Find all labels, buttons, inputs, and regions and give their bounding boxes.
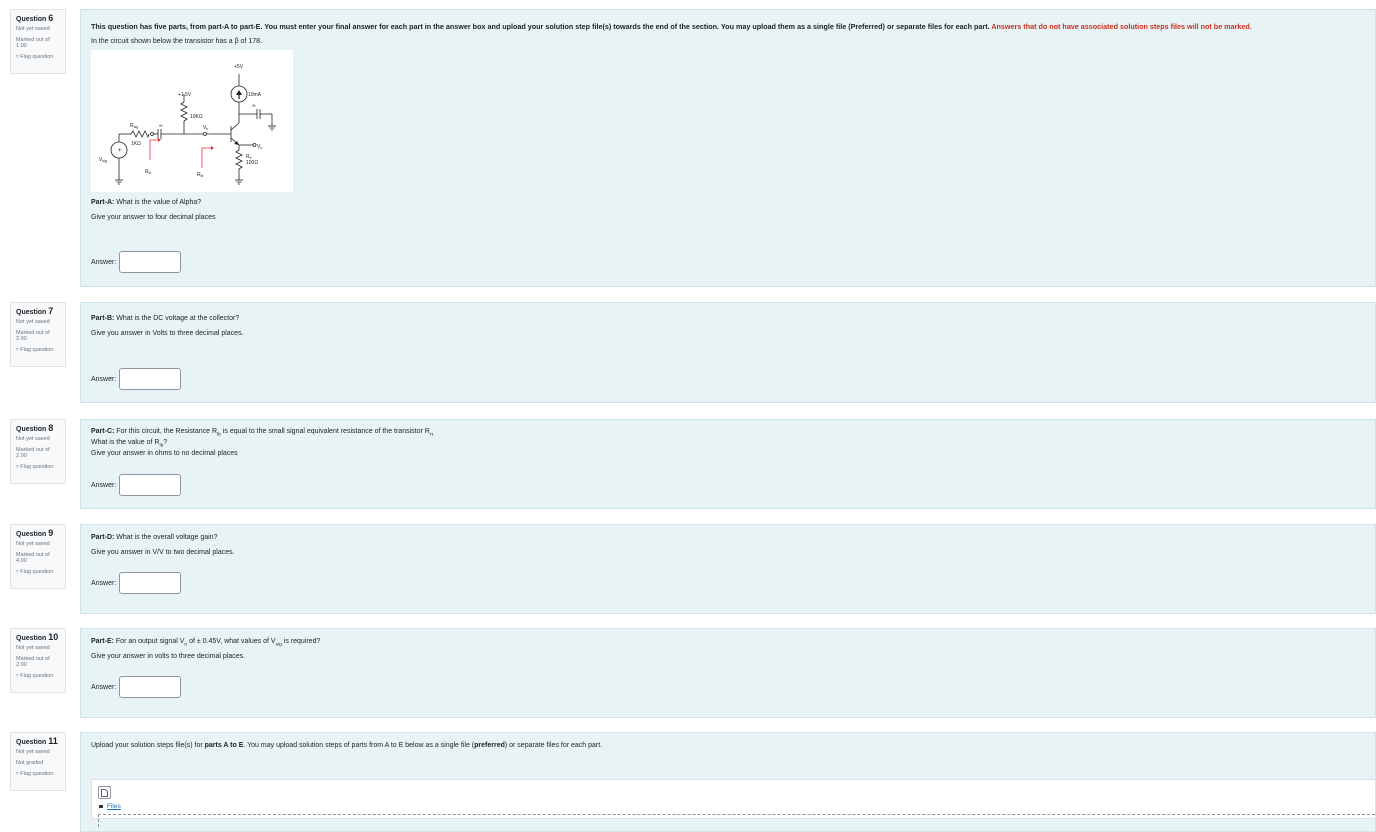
flag-icon: ▿: [16, 771, 19, 778]
svg-text:+: +: [118, 148, 122, 154]
question-state: Not yet saved: [16, 319, 50, 325]
upload-instructions: Upload your solution steps file(s) for p…: [91, 742, 603, 749]
file-manager: Files: [91, 779, 1375, 827]
label-vb: Vb: [203, 125, 208, 131]
question-state: Not yet saved: [16, 749, 50, 755]
question-content-11: Upload your solution steps file(s) for p…: [80, 732, 1376, 832]
partC-question: Part-C: For this circuit, the Resistance…: [91, 428, 434, 438]
question-number: Question 8: [16, 423, 54, 433]
partB-answer-row: Answer:: [91, 368, 182, 390]
answer-label: Answer:: [91, 683, 117, 691]
label-vplus: +5V: [234, 64, 244, 70]
partC-hint: Give your answer in ohms to no decimal p…: [91, 450, 238, 457]
question-info-10: Question 10 Not yet saved Marked out of 2…: [10, 628, 66, 693]
label-rsig-value: 1KΩ: [131, 141, 141, 147]
partA-answer-input[interactable]: [119, 251, 182, 273]
question-number: Question 6: [16, 13, 54, 23]
partE-answer-input[interactable]: [119, 676, 182, 698]
question-info-6: Question 6 Not yet saved Marked out of 1.…: [10, 9, 66, 74]
partD-answer-input[interactable]: [119, 572, 182, 594]
question-mark: Not graded: [16, 760, 44, 767]
flag-icon: ▿: [16, 54, 19, 61]
question-number: Question 7: [16, 306, 54, 316]
question-content-7: Part-B: What is the DC voltage at the co…: [80, 302, 1376, 403]
label-vbias: +1.5V: [178, 92, 192, 98]
partC-answer-input[interactable]: [119, 474, 182, 496]
file-icon: [101, 788, 108, 797]
label-rib: Rib: [197, 172, 203, 178]
label-rsig: Rsig: [130, 123, 138, 129]
label-rb: 10KΩ: [190, 114, 203, 120]
partA-hint: Give your answer to four decimal places: [91, 214, 216, 221]
partC-answer-row: Answer:: [91, 474, 182, 496]
flag-icon: ▿: [16, 673, 19, 680]
circuit-diagram: +5V +1.5V 10mA 10KΩ Vb Rsig 1KΩ ∞ ∞ Vsig…: [91, 50, 293, 192]
question-info-9: Question 9 Not yet saved Marked out of 4.…: [10, 524, 66, 589]
label-cap-inf: ∞: [159, 123, 163, 129]
question-state: Not yet saved: [16, 26, 50, 32]
partE-hint: Give your answer in volts to three decim…: [91, 653, 246, 660]
circuit-intro: In the circuit shown below the transisto…: [91, 38, 262, 45]
partA-answer-row: Answer:: [91, 251, 182, 273]
answer-label: Answer:: [91, 481, 117, 489]
question-number: Question 11: [16, 736, 58, 746]
question-mark: Marked out of 2.00: [16, 447, 50, 460]
flag-icon: ▿: [16, 464, 19, 471]
partD-hint: Give you answer in V/V to two decimal pl…: [91, 549, 235, 556]
question-mark: Marked out of 2.00: [16, 656, 50, 669]
files-folder-link[interactable]: Files: [99, 803, 121, 810]
partE-answer-row: Answer:: [91, 676, 182, 698]
partC-question-2: What is the value of Rib?: [91, 439, 168, 449]
question-mark: Marked out of 4.00: [16, 552, 50, 565]
label-vo: Vo: [257, 144, 262, 150]
folder-icon: [99, 805, 103, 808]
partE-question: Part-E: For an output signal Vo of ± 0.4…: [91, 638, 321, 648]
question-content-8: Part-C: For this circuit, the Resistance…: [80, 419, 1376, 509]
question-mark: Marked out of 2.00: [16, 330, 50, 343]
partA-question: Part-A: What is the value of Alpha?: [91, 199, 202, 206]
add-file-button[interactable]: [98, 786, 111, 799]
partB-question: Part-B: What is the DC voltage at the co…: [91, 315, 240, 322]
label-rin: Rin: [145, 169, 151, 175]
question-info-11: Question 11 Not yet saved Not graded ▿ F…: [10, 732, 66, 791]
flag-question-link[interactable]: ▿ Flag question: [16, 673, 60, 679]
question-content-6: This question has five parts, from part-…: [80, 9, 1376, 287]
partB-answer-input[interactable]: [119, 368, 182, 390]
file-dropzone[interactable]: [98, 814, 1375, 827]
label-re-value: 100Ω: [246, 160, 258, 166]
question-state: Not yet saved: [16, 436, 50, 442]
question-content-10: Part-E: For an output signal Vo of ± 0.4…: [80, 628, 1376, 718]
question-content-9: Part-D: What is the overall voltage gain…: [80, 524, 1376, 614]
partD-answer-row: Answer:: [91, 572, 182, 594]
partD-question: Part-D: What is the overall voltage gain…: [91, 534, 218, 541]
answer-label: Answer:: [91, 375, 117, 383]
flag-question-link[interactable]: ▿ Flag question: [16, 347, 60, 353]
flag-question-link[interactable]: ▿ Flag question: [16, 54, 60, 60]
question-info-7: Question 7 Not yet saved Marked out of 2.…: [10, 302, 66, 367]
answer-label: Answer:: [91, 579, 117, 587]
answer-label: Answer:: [91, 258, 117, 266]
question-state: Not yet saved: [16, 541, 50, 547]
partB-hint: Give you answer in Volts to three decima…: [91, 330, 244, 337]
question-number: Question 9: [16, 528, 54, 538]
question-info-8: Question 8 Not yet saved Marked out of 2.…: [10, 419, 66, 484]
flag-question-link[interactable]: ▿ Flag question: [16, 464, 60, 470]
flag-icon: ▿: [16, 347, 19, 354]
section-intro: This question has five parts, from part-…: [91, 22, 1252, 31]
flag-icon: ▿: [16, 569, 19, 576]
flag-question-link[interactable]: ▿ Flag question: [16, 569, 60, 575]
label-current: 10mA: [248, 92, 262, 98]
label-vsig: Vsig: [99, 157, 107, 163]
question-state: Not yet saved: [16, 645, 50, 651]
flag-question-link[interactable]: ▿ Flag question: [16, 771, 60, 777]
question-number: Question 10: [16, 632, 59, 642]
label-cap-inf-2: ∞: [252, 103, 256, 109]
question-mark: Marked out of 1.00: [16, 37, 50, 50]
